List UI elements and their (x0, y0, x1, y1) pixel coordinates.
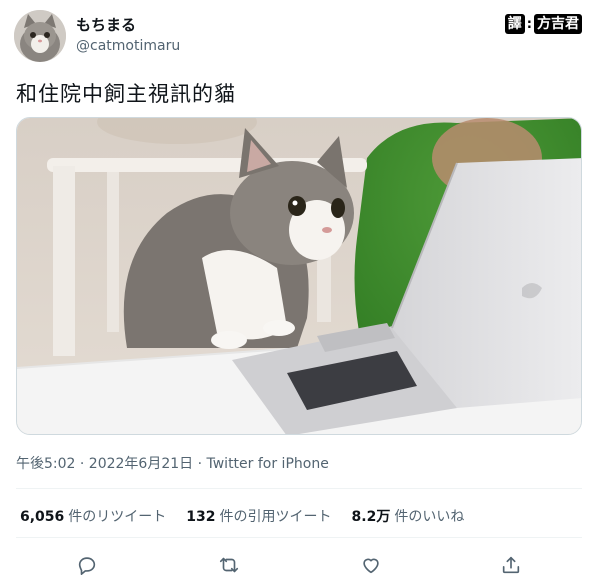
tweet-text: 和住院中飼主視訊的貓 (16, 82, 236, 106)
tweet-actions-bar (0, 548, 598, 582)
engagement-stats: 6,056 件のリツイート 132 件の引用ツイート 8.2万 件のいいね (20, 506, 464, 526)
quote-tweet-count[interactable]: 132 件の引用ツイート (186, 506, 331, 526)
reply-icon (78, 557, 96, 575)
like-count-label: 件のいいね (394, 509, 465, 525)
like-button[interactable] (358, 552, 384, 578)
watermark-separator: : (526, 16, 532, 32)
reply-button[interactable] (74, 552, 100, 578)
like-count[interactable]: 8.2万 件のいいね (352, 506, 465, 526)
retweet-count[interactable]: 6,056 件のリツイート (20, 506, 166, 526)
divider (16, 537, 582, 538)
cat-avatar-image (14, 10, 66, 62)
display-name[interactable]: もちまる (76, 14, 136, 35)
retweet-count-label: 件のリツイート (68, 509, 167, 525)
watermark-translator-name: 方吉君 (534, 14, 582, 34)
user-handle[interactable]: @catmotimaru (76, 38, 180, 54)
cat-laptop-photo (17, 118, 581, 434)
divider (16, 488, 582, 489)
share-icon (502, 556, 520, 574)
watermark-translate-label: 譯 (504, 14, 525, 34)
retweet-count-value: 6,056 (20, 509, 65, 525)
quote-count-label: 件の引用ツイート (219, 509, 332, 525)
tweet-media-photo[interactable] (16, 117, 582, 435)
like-count-value: 8.2万 (351, 509, 391, 525)
retweet-icon (219, 557, 239, 573)
tweet-timestamp-source[interactable]: 午後5:02 · 2022年6月21日 · Twitter for iPhone (16, 453, 329, 473)
translator-watermark: 譯 : 方吉君 (504, 14, 582, 34)
quote-count-value: 132 (186, 509, 216, 525)
retweet-button[interactable] (216, 552, 242, 578)
like-icon (363, 558, 379, 574)
share-button[interactable] (498, 552, 524, 578)
avatar[interactable] (14, 10, 66, 62)
